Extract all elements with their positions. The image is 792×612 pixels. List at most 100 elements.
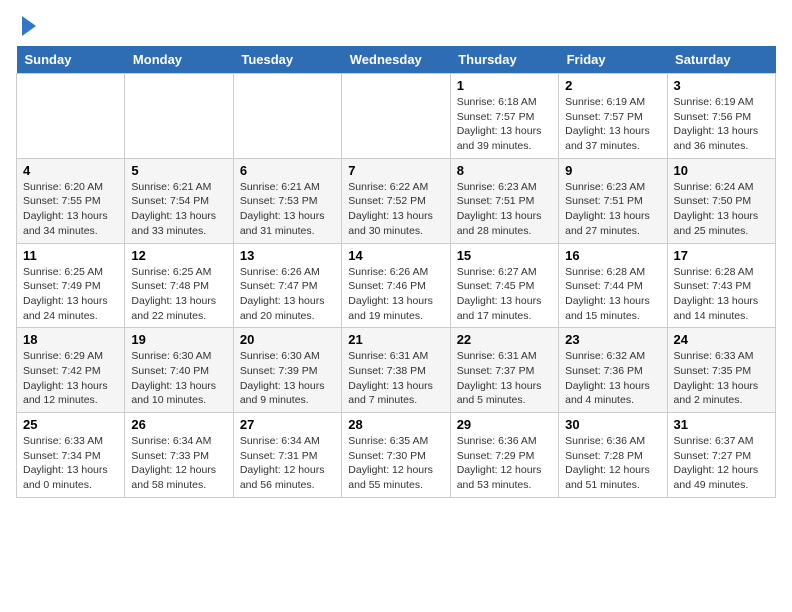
weekday-header-thursday: Thursday bbox=[450, 46, 558, 74]
page-header bbox=[16, 16, 776, 36]
day-cell: 8Sunrise: 6:23 AMSunset: 7:51 PMDaylight… bbox=[450, 158, 558, 243]
day-number: 9 bbox=[565, 163, 660, 178]
day-info: Sunrise: 6:34 AMSunset: 7:31 PMDaylight:… bbox=[240, 434, 335, 493]
day-info: Sunrise: 6:28 AMSunset: 7:44 PMDaylight:… bbox=[565, 265, 660, 324]
day-number: 5 bbox=[131, 163, 226, 178]
day-info: Sunrise: 6:23 AMSunset: 7:51 PMDaylight:… bbox=[457, 180, 552, 239]
day-cell: 28 Sunrise: 6:35 AMSunset: 7:30 PMDayligh… bbox=[342, 413, 450, 498]
day-info: Sunrise: 6:35 AMSunset: 7:30 PMDaylight:… bbox=[348, 434, 443, 493]
day-cell: 14Sunrise: 6:26 AMSunset: 7:46 PMDayligh… bbox=[342, 243, 450, 328]
day-number: 24 bbox=[674, 332, 769, 347]
day-cell: 18 Sunrise: 6:29 AMSunset: 7:42 PMDayligh… bbox=[17, 328, 125, 413]
calendar-table: SundayMondayTuesdayWednesdayThursdayFrid… bbox=[16, 46, 776, 498]
day-cell: 29Sunrise: 6:36 AMSunset: 7:29 PMDayligh… bbox=[450, 413, 558, 498]
day-cell: 5Sunrise: 6:21 AMSunset: 7:54 PMDaylight… bbox=[125, 158, 233, 243]
day-cell: 12 Sunrise: 6:25 AMSunset: 7:48 PMDayligh… bbox=[125, 243, 233, 328]
day-cell: 30 Sunrise: 6:36 AMSunset: 7:28 PMDayligh… bbox=[559, 413, 667, 498]
day-info: Sunrise: 6:34 AMSunset: 7:33 PMDaylight:… bbox=[131, 434, 226, 493]
day-info: Sunrise: 6:31 AMSunset: 7:37 PMDaylight:… bbox=[457, 349, 552, 408]
day-info: Sunrise: 6:33 AMSunset: 7:34 PMDaylight:… bbox=[23, 434, 118, 493]
day-info: Sunrise: 6:19 AMSunset: 7:56 PMDaylight:… bbox=[674, 95, 769, 154]
day-info: Sunrise: 6:20 AMSunset: 7:55 PMDaylight:… bbox=[23, 180, 118, 239]
day-number: 1 bbox=[457, 78, 552, 93]
day-number: 13 bbox=[240, 248, 335, 263]
day-cell: 15 Sunrise: 6:27 AMSunset: 7:45 PMDayligh… bbox=[450, 243, 558, 328]
day-cell: 27 Sunrise: 6:34 AMSunset: 7:31 PMDayligh… bbox=[233, 413, 341, 498]
day-info: Sunrise: 6:33 AMSunset: 7:35 PMDaylight:… bbox=[674, 349, 769, 408]
day-number: 27 bbox=[240, 417, 335, 432]
day-number: 25 bbox=[23, 417, 118, 432]
day-number: 23 bbox=[565, 332, 660, 347]
weekday-header-saturday: Saturday bbox=[667, 46, 775, 74]
day-cell: 22Sunrise: 6:31 AMSunset: 7:37 PMDayligh… bbox=[450, 328, 558, 413]
week-row-2: 4 Sunrise: 6:20 AMSunset: 7:55 PMDaylight… bbox=[17, 158, 776, 243]
day-cell: 10Sunrise: 6:24 AMSunset: 7:50 PMDayligh… bbox=[667, 158, 775, 243]
day-info: Sunrise: 6:37 AMSunset: 7:27 PMDaylight:… bbox=[674, 434, 769, 493]
day-cell: 4 Sunrise: 6:20 AMSunset: 7:55 PMDaylight… bbox=[17, 158, 125, 243]
day-cell: 25 Sunrise: 6:33 AMSunset: 7:34 PMDayligh… bbox=[17, 413, 125, 498]
day-number: 19 bbox=[131, 332, 226, 347]
day-cell: 13 Sunrise: 6:26 AMSunset: 7:47 PMDayligh… bbox=[233, 243, 341, 328]
day-number: 18 bbox=[23, 332, 118, 347]
day-number: 17 bbox=[674, 248, 769, 263]
day-cell: 2 Sunrise: 6:19 AMSunset: 7:57 PMDaylight… bbox=[559, 74, 667, 159]
day-info: Sunrise: 6:26 AMSunset: 7:47 PMDaylight:… bbox=[240, 265, 335, 324]
day-info: Sunrise: 6:36 AMSunset: 7:28 PMDaylight:… bbox=[565, 434, 660, 493]
weekday-header-monday: Monday bbox=[125, 46, 233, 74]
day-cell: 7 Sunrise: 6:22 AMSunset: 7:52 PMDaylight… bbox=[342, 158, 450, 243]
day-cell: 11Sunrise: 6:25 AMSunset: 7:49 PMDayligh… bbox=[17, 243, 125, 328]
day-info: Sunrise: 6:29 AMSunset: 7:42 PMDaylight:… bbox=[23, 349, 118, 408]
day-cell: 6 Sunrise: 6:21 AMSunset: 7:53 PMDaylight… bbox=[233, 158, 341, 243]
day-info: Sunrise: 6:30 AMSunset: 7:40 PMDaylight:… bbox=[131, 349, 226, 408]
day-info: Sunrise: 6:24 AMSunset: 7:50 PMDaylight:… bbox=[674, 180, 769, 239]
day-number: 4 bbox=[23, 163, 118, 178]
day-info: Sunrise: 6:18 AMSunset: 7:57 PMDaylight:… bbox=[457, 95, 552, 154]
week-row-3: 11Sunrise: 6:25 AMSunset: 7:49 PMDayligh… bbox=[17, 243, 776, 328]
day-cell: 19 Sunrise: 6:30 AMSunset: 7:40 PMDayligh… bbox=[125, 328, 233, 413]
day-number: 7 bbox=[348, 163, 443, 178]
week-row-4: 18 Sunrise: 6:29 AMSunset: 7:42 PMDayligh… bbox=[17, 328, 776, 413]
day-cell: 26 Sunrise: 6:34 AMSunset: 7:33 PMDayligh… bbox=[125, 413, 233, 498]
day-number: 20 bbox=[240, 332, 335, 347]
day-number: 14 bbox=[348, 248, 443, 263]
day-info: Sunrise: 6:21 AMSunset: 7:53 PMDaylight:… bbox=[240, 180, 335, 239]
day-cell: 31Sunrise: 6:37 AMSunset: 7:27 PMDayligh… bbox=[667, 413, 775, 498]
day-cell: 21 Sunrise: 6:31 AMSunset: 7:38 PMDayligh… bbox=[342, 328, 450, 413]
day-number: 21 bbox=[348, 332, 443, 347]
day-number: 6 bbox=[240, 163, 335, 178]
day-cell: 20 Sunrise: 6:30 AMSunset: 7:39 PMDayligh… bbox=[233, 328, 341, 413]
day-cell: 16Sunrise: 6:28 AMSunset: 7:44 PMDayligh… bbox=[559, 243, 667, 328]
day-number: 26 bbox=[131, 417, 226, 432]
week-row-1: 1 Sunrise: 6:18 AMSunset: 7:57 PMDaylight… bbox=[17, 74, 776, 159]
day-info: Sunrise: 6:25 AMSunset: 7:48 PMDaylight:… bbox=[131, 265, 226, 324]
day-number: 28 bbox=[348, 417, 443, 432]
day-number: 12 bbox=[131, 248, 226, 263]
week-row-5: 25 Sunrise: 6:33 AMSunset: 7:34 PMDayligh… bbox=[17, 413, 776, 498]
weekday-header-tuesday: Tuesday bbox=[233, 46, 341, 74]
day-info: Sunrise: 6:27 AMSunset: 7:45 PMDaylight:… bbox=[457, 265, 552, 324]
day-number: 2 bbox=[565, 78, 660, 93]
day-number: 15 bbox=[457, 248, 552, 263]
day-number: 29 bbox=[457, 417, 552, 432]
day-cell: 9 Sunrise: 6:23 AMSunset: 7:51 PMDaylight… bbox=[559, 158, 667, 243]
day-info: Sunrise: 6:32 AMSunset: 7:36 PMDaylight:… bbox=[565, 349, 660, 408]
day-info: Sunrise: 6:31 AMSunset: 7:38 PMDaylight:… bbox=[348, 349, 443, 408]
day-number: 3 bbox=[674, 78, 769, 93]
day-number: 30 bbox=[565, 417, 660, 432]
day-info: Sunrise: 6:22 AMSunset: 7:52 PMDaylight:… bbox=[348, 180, 443, 239]
day-cell: 24 Sunrise: 6:33 AMSunset: 7:35 PMDayligh… bbox=[667, 328, 775, 413]
day-cell: 17Sunrise: 6:28 AMSunset: 7:43 PMDayligh… bbox=[667, 243, 775, 328]
day-cell: 1 Sunrise: 6:18 AMSunset: 7:57 PMDaylight… bbox=[450, 74, 558, 159]
day-cell bbox=[342, 74, 450, 159]
day-number: 11 bbox=[23, 248, 118, 263]
weekday-header-wednesday: Wednesday bbox=[342, 46, 450, 74]
day-cell bbox=[125, 74, 233, 159]
day-cell bbox=[233, 74, 341, 159]
day-cell: 23 Sunrise: 6:32 AMSunset: 7:36 PMDayligh… bbox=[559, 328, 667, 413]
day-info: Sunrise: 6:19 AMSunset: 7:57 PMDaylight:… bbox=[565, 95, 660, 154]
logo bbox=[16, 16, 36, 36]
weekday-header-row: SundayMondayTuesdayWednesdayThursdayFrid… bbox=[17, 46, 776, 74]
day-cell bbox=[17, 74, 125, 159]
day-info: Sunrise: 6:23 AMSunset: 7:51 PMDaylight:… bbox=[565, 180, 660, 239]
day-info: Sunrise: 6:30 AMSunset: 7:39 PMDaylight:… bbox=[240, 349, 335, 408]
